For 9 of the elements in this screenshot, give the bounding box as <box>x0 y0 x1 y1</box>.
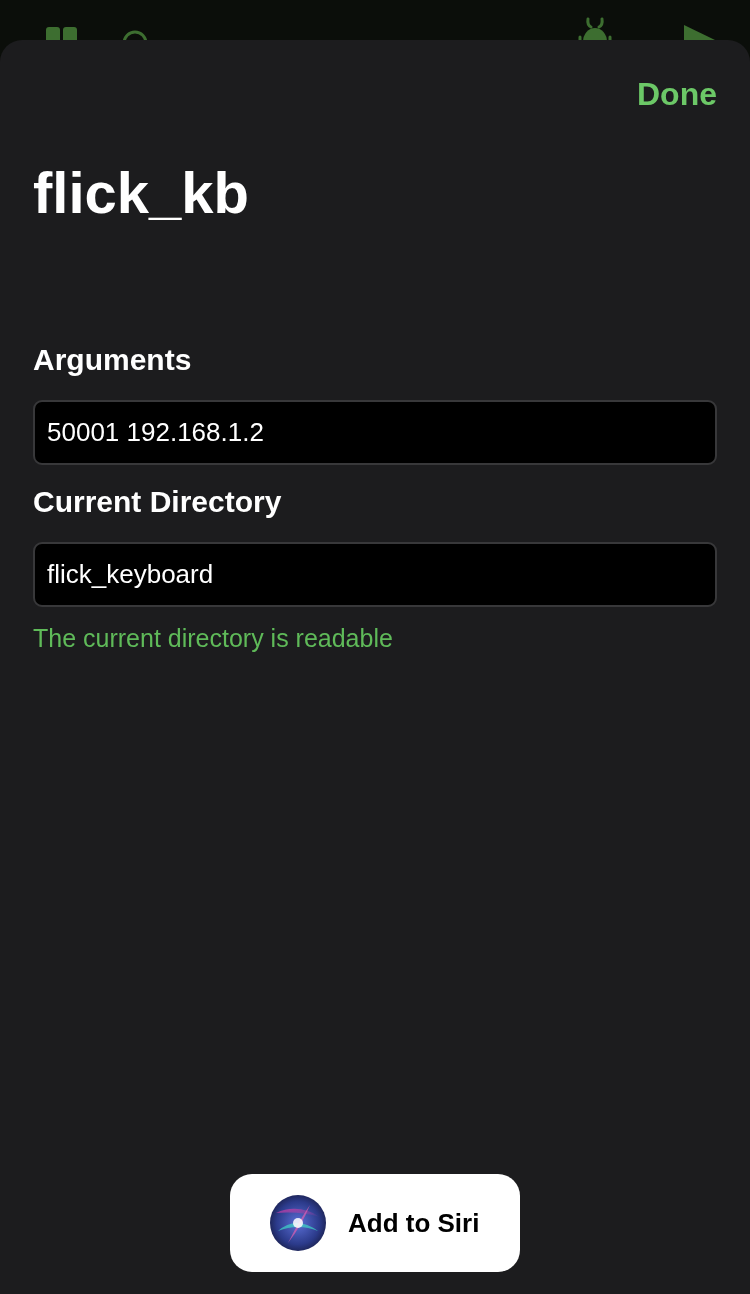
orb-icon <box>270 1195 326 1251</box>
done-button[interactable]: Done <box>637 74 717 114</box>
field-label: Arguments <box>33 342 193 378</box>
status-message: The current directory is readable <box>33 623 394 653</box>
field-label: Current Directory <box>33 484 283 520</box>
text-field[interactable]: 50001 192.168.1.2 <box>33 400 717 465</box>
add-to-siri-button[interactable]: Add to Siri <box>230 1174 520 1272</box>
sheet-title: flick_kb <box>33 159 250 227</box>
text-field[interactable]: flick_keyboard <box>33 542 717 607</box>
